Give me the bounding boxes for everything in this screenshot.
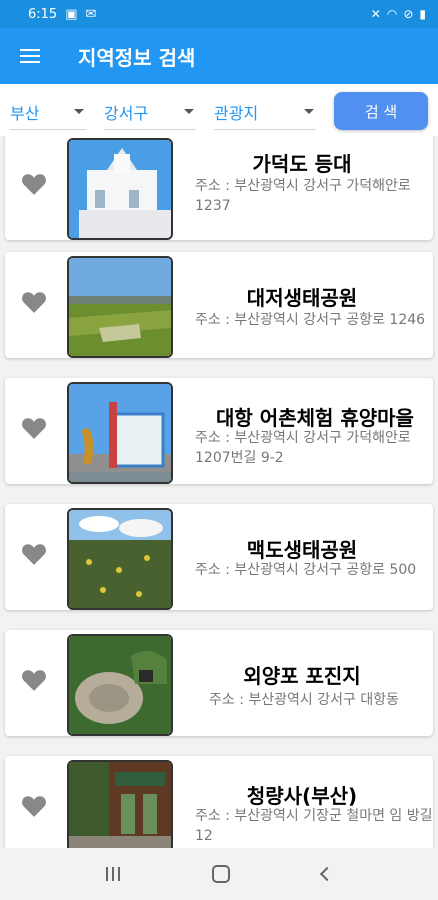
- chevron-down-icon: [304, 109, 314, 114]
- filter-bar: 부산 강서구 관광지 검 색: [0, 84, 438, 136]
- chevron-down-icon: [184, 109, 194, 114]
- place-photo: [67, 508, 173, 610]
- list-item[interactable]: 외양포 포진지 주소 : 부산광역시 강서구 대항동: [5, 630, 433, 736]
- list-item[interactable]: 가덕도 등대 주소 : 부산광역시 강서구 가덕해안로 1237: [5, 136, 433, 240]
- region-select[interactable]: 부산: [10, 94, 86, 130]
- place-name: 대항 어촌체험 휴양마을: [216, 406, 414, 430]
- hamburger-icon[interactable]: [0, 28, 60, 84]
- system-nav-bar: [0, 848, 438, 900]
- home-icon[interactable]: [212, 865, 230, 883]
- dnd-icon: ⊘: [403, 7, 414, 21]
- place-name: 가덕도 등대: [252, 152, 352, 176]
- mail-icon: ✉: [85, 6, 97, 22]
- mute-icon: ✕: [370, 7, 381, 21]
- place-address: 주소 : 부산광역시 강서구 공항로 500: [195, 562, 417, 578]
- category-select-value: 관광지: [214, 103, 259, 123]
- status-time: 6:15: [28, 6, 58, 22]
- result-list[interactable]: 가덕도 등대 주소 : 부산광역시 강서구 가덕해안로 1237 대저생태공원 …: [0, 136, 438, 848]
- place-photo: [67, 256, 173, 358]
- place-address: 주소 : 부산광역시 강서구 대항동: [209, 692, 399, 708]
- heart-icon[interactable]: [21, 290, 47, 314]
- place-address: 주소 : 부산광역시 강서구 공항로 1246: [195, 312, 426, 328]
- heart-icon[interactable]: [21, 416, 47, 440]
- status-bar: 6:15 ▣ ✉ ✕ ◠ ⊘ ▮: [0, 0, 438, 28]
- place-address: 주소 : 부산광역시 기장군 철마면 임 방길 12: [195, 808, 433, 844]
- district-select[interactable]: 강서구: [104, 94, 196, 130]
- chevron-down-icon: [74, 109, 84, 114]
- heart-icon[interactable]: [21, 668, 47, 692]
- place-name: 대저생태공원: [246, 286, 358, 310]
- image-icon: ▣: [65, 6, 78, 22]
- place-photo: [67, 382, 173, 484]
- list-item[interactable]: 맥도생태공원 주소 : 부산광역시 강서구 공항로 500: [5, 504, 433, 610]
- place-name: 외양포 포진지: [243, 664, 361, 688]
- place-address: 주소 : 부산광역시 강서구 가덕해안로 1237: [195, 178, 411, 214]
- place-photo: [67, 760, 173, 848]
- battery-icon: ▮: [419, 7, 426, 21]
- place-name: 청량사(부산): [246, 784, 358, 808]
- wifi-icon: ◠: [386, 7, 398, 21]
- recent-apps-icon[interactable]: [106, 867, 120, 881]
- place-photo: [67, 138, 173, 240]
- page-title: 지역정보 검색: [78, 45, 196, 70]
- place-name: 맥도생태공원: [246, 538, 358, 562]
- list-item[interactable]: 대저생태공원 주소 : 부산광역시 강서구 공항로 1246: [5, 252, 433, 358]
- region-select-value: 부산: [10, 103, 40, 123]
- place-address: 주소 : 부산광역시 강서구 가덕해안로 1207번길 9-2: [195, 430, 411, 466]
- list-item[interactable]: 대항 어촌체험 휴양마을 주소 : 부산광역시 강서구 가덕해안로 1207번길…: [5, 378, 433, 484]
- category-select[interactable]: 관광지: [214, 94, 316, 130]
- list-item[interactable]: 청량사(부산) 주소 : 부산광역시 기장군 철마면 임 방길 12: [5, 756, 433, 848]
- heart-icon[interactable]: [21, 794, 47, 818]
- back-icon[interactable]: [319, 866, 335, 882]
- place-photo: [67, 634, 173, 736]
- heart-icon[interactable]: [21, 542, 47, 566]
- heart-icon[interactable]: [21, 172, 47, 196]
- app-bar: 지역정보 검색: [0, 28, 438, 84]
- district-select-value: 강서구: [104, 103, 149, 123]
- search-button[interactable]: 검 색: [334, 92, 428, 130]
